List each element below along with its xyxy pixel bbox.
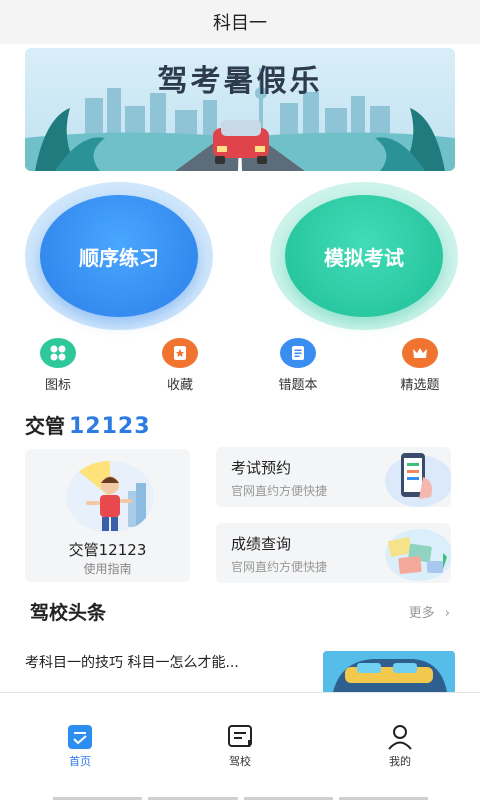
news-more-link[interactable]: 更多 › bbox=[409, 602, 450, 621]
tab-mine-label: 我的 bbox=[389, 755, 411, 768]
score-query-card[interactable]: 成绩查询 官网直约方便快捷 bbox=[216, 523, 451, 583]
user-icon bbox=[386, 723, 414, 751]
exam-booking-subtitle: 官网直约方便快捷 bbox=[231, 484, 328, 498]
sequential-practice-ring: 顺序练习 bbox=[25, 182, 213, 330]
tab-mine[interactable]: 我的 bbox=[360, 723, 440, 769]
quick-item-selected-questions[interactable]: 精选题 bbox=[375, 338, 465, 393]
banner-title: 驾考暑假乐 bbox=[157, 64, 323, 99]
mock-exam-ring: 模拟考试 bbox=[270, 182, 458, 330]
grid-icon bbox=[40, 338, 76, 368]
home-check-icon bbox=[66, 723, 94, 751]
news-more-label: 更多 bbox=[408, 606, 435, 621]
sequential-practice-button[interactable]: 顺序练习 bbox=[40, 195, 198, 317]
news-item-title: 考科目一的技巧 科目一怎么才能... bbox=[25, 655, 239, 671]
jiaoguan-heading-text: 交管 bbox=[25, 414, 65, 438]
tab-school[interactable]: 驾校 bbox=[200, 723, 280, 769]
quick-item-label: 图标 bbox=[44, 378, 71, 393]
jiaoguan-heading: 交管 12123 bbox=[25, 410, 151, 439]
exam-booking-title: 考试预约 bbox=[231, 459, 292, 477]
bottom-tab-bar: 首页 驾校 我的 bbox=[0, 692, 480, 800]
tab-home[interactable]: 首页 bbox=[40, 723, 120, 769]
jiaoguan-guide-card[interactable]: 交管12123 使用指南 bbox=[25, 449, 190, 582]
score-query-title: 成绩查询 bbox=[231, 535, 292, 553]
guide-subtitle: 使用指南 bbox=[83, 562, 132, 576]
news-list-item[interactable]: 考科目一的技巧 科目一怎么才能... bbox=[25, 648, 455, 692]
quick-item-icons[interactable]: 图标 bbox=[13, 338, 103, 393]
news-section-title: 驾校头条 bbox=[30, 602, 107, 624]
crown-icon bbox=[402, 338, 438, 368]
promo-banner[interactable]: 驾考暑假乐 bbox=[25, 48, 455, 171]
phone-booking-illustration bbox=[379, 447, 451, 507]
jiaoguan-heading-number: 12123 bbox=[69, 414, 151, 439]
star-icon bbox=[162, 338, 198, 368]
quick-actions: 图标 收藏 错题本 精选题 bbox=[0, 338, 480, 394]
guide-illustration bbox=[66, 461, 154, 533]
chevron-right-icon: › bbox=[444, 606, 450, 621]
news-section-header: 驾校头条 更多 › bbox=[25, 598, 455, 624]
tab-school-label: 驾校 bbox=[229, 755, 251, 768]
exam-booking-card[interactable]: 考试预约 官网直约方便快捷 bbox=[216, 447, 451, 507]
mock-exam-button[interactable]: 模拟考试 bbox=[285, 195, 443, 317]
quick-item-wrong-book[interactable]: 错题本 bbox=[253, 338, 343, 393]
guide-title: 交管12123 bbox=[68, 541, 147, 559]
quick-item-label: 收藏 bbox=[166, 378, 193, 393]
page-title: 科目一 bbox=[213, 13, 267, 34]
score-cards-illustration bbox=[379, 523, 451, 583]
news-item-thumbnail bbox=[323, 651, 455, 692]
quick-item-favorites[interactable]: 收藏 bbox=[135, 338, 225, 393]
score-query-subtitle: 官网直约方便快捷 bbox=[231, 560, 328, 574]
tab-home-label: 首页 bbox=[69, 755, 91, 768]
list-icon bbox=[280, 338, 316, 368]
school-icon bbox=[226, 723, 254, 751]
top-bar: 科目一 bbox=[0, 0, 480, 44]
quick-item-label: 错题本 bbox=[278, 378, 318, 393]
quick-item-label: 精选题 bbox=[400, 378, 440, 393]
